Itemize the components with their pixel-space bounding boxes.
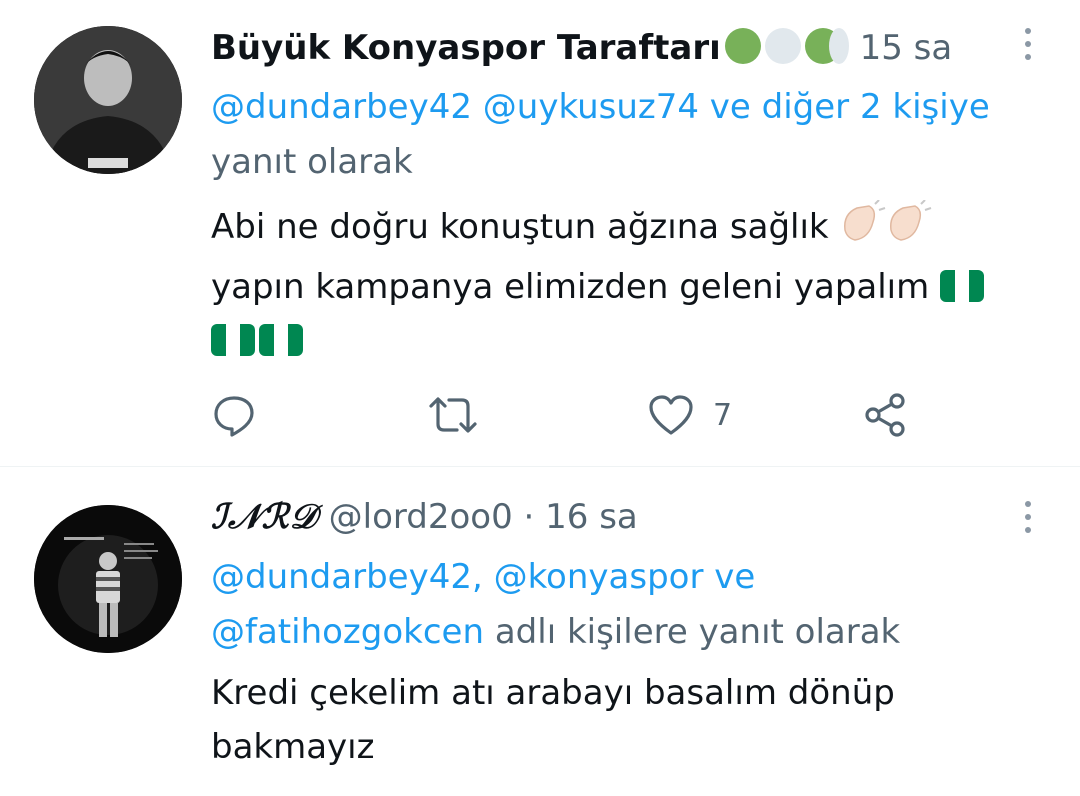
like-icon bbox=[649, 395, 693, 435]
reply-suffix: adlı kişilere yanıt olarak bbox=[494, 612, 901, 652]
tweet-text: Abi ne doğru konuştun ağzına sağlık yapı… bbox=[211, 199, 1051, 368]
share-icon bbox=[865, 393, 905, 437]
tweet-actions: 7 bbox=[211, 390, 931, 440]
nigeria-flag-emoji bbox=[211, 324, 255, 356]
reply-mentions-link[interactable]: @dundarbey42 @uykusuz74 ve diğer 2 kişiy… bbox=[211, 87, 990, 127]
author-name[interactable]: Büyük Konyaspor Taraftarı bbox=[211, 28, 721, 68]
like-button[interactable]: 7 bbox=[647, 390, 732, 440]
more-options-icon[interactable] bbox=[1022, 501, 1034, 537]
reply-mention-link[interactable]: @fatihozgokcen bbox=[211, 612, 484, 652]
separator-dot: · bbox=[523, 497, 535, 537]
like-count: 7 bbox=[713, 397, 733, 433]
tweet-time[interactable]: 15 sa bbox=[860, 28, 953, 68]
author-name[interactable]: ℐ𝒩ℛ𝒟 bbox=[211, 497, 318, 537]
avatar[interactable] bbox=[34, 505, 182, 653]
tweet-text: Kredi çekelim atı arabayı basalım dönüp … bbox=[211, 666, 1051, 774]
tweet-text-line: bakmayız bbox=[211, 727, 375, 767]
tweet-header: Büyük Konyaspor Taraftarı 15 sa bbox=[211, 26, 952, 70]
tweet-2[interactable]: ℐ𝒩ℛ𝒟 @lord2oo0 · 16 sa @dundarbey42, @ko… bbox=[0, 467, 1080, 796]
tweet-text-line: yapın kampanya elimizden geleni yapalım bbox=[211, 267, 930, 307]
reply-context: @dundarbey42, @konyaspor ve @fatihozgokc… bbox=[211, 550, 1051, 660]
share-button[interactable] bbox=[861, 390, 909, 440]
green-circle-emoji bbox=[724, 28, 761, 64]
reply-icon bbox=[214, 396, 254, 437]
more-options-icon[interactable] bbox=[1022, 28, 1034, 64]
tweet-text-line: Kredi çekelim atı arabayı basalım dönüp bbox=[211, 673, 895, 713]
nigeria-flag-emoji bbox=[940, 270, 985, 302]
retweet-icon bbox=[429, 397, 477, 433]
white-circle-emoji bbox=[764, 28, 801, 64]
reply-suffix: yanıt olarak bbox=[211, 142, 413, 182]
avatar[interactable] bbox=[34, 26, 182, 174]
tweet-text-line: Abi ne doğru konuştun ağzına sağlık bbox=[211, 207, 829, 247]
nigeria-flag-emoji bbox=[259, 324, 303, 356]
tweet-1[interactable]: Büyük Konyaspor Taraftarı 15 sa @dundarb… bbox=[0, 0, 1080, 466]
tweet-header: ℐ𝒩ℛ𝒟 @lord2oo0 · 16 sa bbox=[211, 495, 638, 539]
reply-button[interactable] bbox=[211, 390, 257, 440]
clap-emoji bbox=[839, 199, 935, 260]
retweet-button[interactable] bbox=[427, 390, 479, 440]
author-handle[interactable]: @lord2oo0 bbox=[329, 497, 513, 537]
tweet-time[interactable]: 16 sa bbox=[545, 497, 638, 537]
white-circle-emoji bbox=[828, 28, 849, 64]
reply-mentions-link[interactable]: @dundarbey42, @konyaspor ve bbox=[211, 557, 755, 597]
reply-context: @dundarbey42 @uykusuz74 ve diğer 2 kişiy… bbox=[211, 80, 1051, 190]
